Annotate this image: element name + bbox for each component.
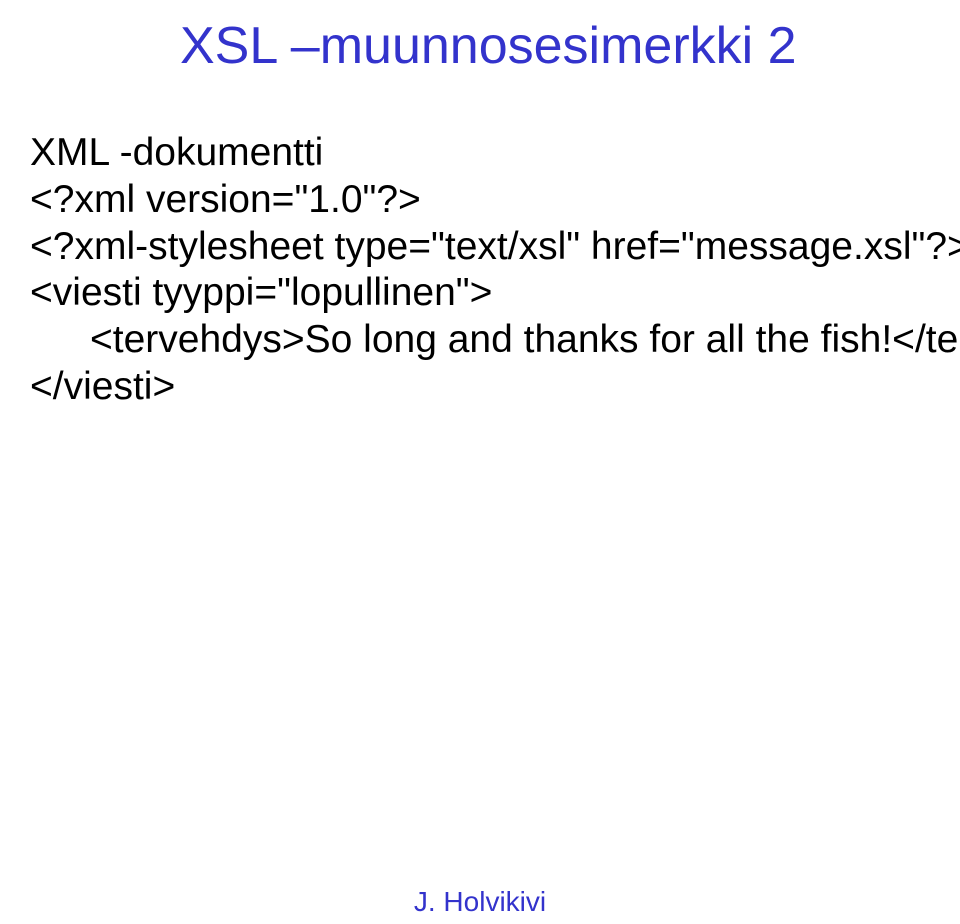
slide-content: XML -dokumentti <?xml version="1.0"?> <?…	[30, 130, 930, 411]
content-line-2: <?xml version="1.0"?>	[30, 177, 930, 224]
content-line-1: XML -dokumentti	[30, 130, 930, 177]
content-line-3: <?xml-stylesheet type="text/xsl" href="m…	[30, 224, 930, 271]
slide-footer: J. Holvikivi	[0, 886, 960, 918]
content-line-5: <tervehdys>So long and thanks for all th…	[30, 317, 930, 364]
content-line-6: </viesti>	[30, 364, 930, 411]
content-line-4: <viesti tyyppi="lopullinen">	[30, 270, 930, 317]
slide-title: XSL –muunnosesimerkki 2	[180, 16, 797, 76]
